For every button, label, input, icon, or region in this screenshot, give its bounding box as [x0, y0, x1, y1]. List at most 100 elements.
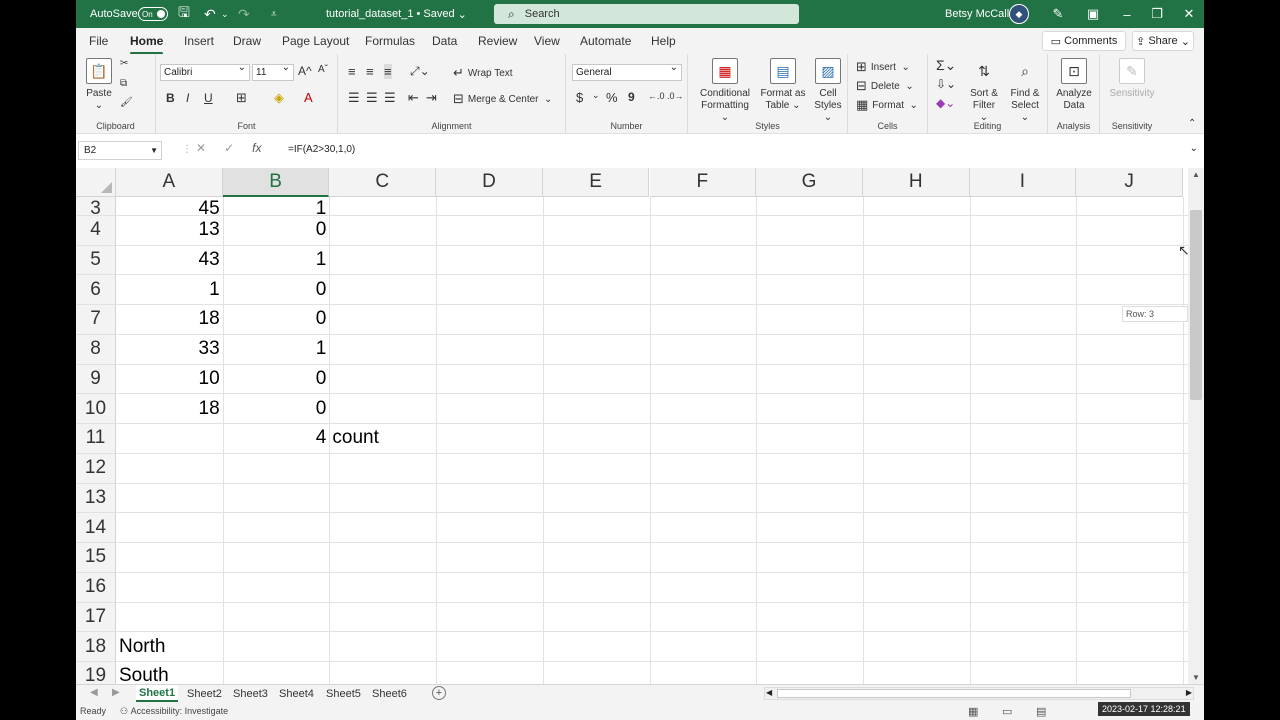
delete-button[interactable]: ⊟ Delete ⌄ [856, 78, 914, 94]
row-header-5[interactable]: 5 [76, 245, 116, 276]
cancel-icon[interactable]: ✕ [196, 141, 206, 155]
merge-center-button[interactable]: ⊟ Merge & Center ⌄ [453, 91, 552, 107]
normal-view-icon[interactable]: ▦ [968, 705, 978, 718]
row-header-6[interactable]: 6 [76, 275, 116, 305]
cell-a3[interactable]: 45 [116, 197, 223, 215]
cell-b7[interactable]: 0 [223, 305, 330, 334]
cell-a4[interactable]: 13 [116, 216, 223, 245]
autosave-toggle[interactable]: On [138, 7, 168, 21]
align-center-icon[interactable]: ☰ [366, 90, 378, 106]
format-painter-icon[interactable]: 🖌 [120, 97, 133, 108]
cell-a5[interactable]: 43 [116, 246, 223, 275]
format-as-table-button[interactable]: ▤ Format as Table ⌄ [760, 58, 806, 112]
column-header-j[interactable]: J [1076, 168, 1183, 197]
increase-indent-icon[interactable]: ⇥ [426, 90, 437, 106]
comma-button[interactable]: 9 [628, 90, 635, 104]
add-sheet-button[interactable]: + [432, 686, 446, 700]
horizontal-scroll-thumb[interactable] [777, 689, 1131, 698]
scroll-up-icon[interactable]: ▲ [1188, 170, 1204, 179]
share-button[interactable]: ⇪ Share ⌄ [1132, 31, 1194, 51]
row-header-13[interactable]: 13 [76, 483, 116, 514]
sensitivity-button[interactable]: ✎ Sensitivity [1104, 58, 1160, 100]
increase-font-icon[interactable]: A^ [298, 64, 312, 78]
align-right-icon[interactable]: ☰ [384, 90, 396, 106]
document-title[interactable]: tutorial_dataset_1 • Saved ⌄ [326, 0, 467, 28]
column-header-b[interactable]: B [222, 168, 330, 197]
undo-icon[interactable]: ↶ [204, 0, 216, 28]
row-header-7[interactable]: 7 [76, 305, 116, 335]
cell-b4[interactable]: 0 [223, 216, 330, 245]
formula-input[interactable]: =IF(A2>30,1,0) [288, 144, 355, 155]
analyze-data-button[interactable]: ⊡ Analyze Data [1054, 58, 1094, 112]
undo-dropdown-icon[interactable]: ⌄ [221, 0, 229, 28]
wrap-text-button[interactable]: ↵ Wrap Text [453, 65, 513, 81]
tab-view[interactable]: View [534, 34, 560, 48]
column-header-c[interactable]: C [329, 168, 437, 197]
find-select-button[interactable]: ⌕ Find & Select ⌄ [1006, 58, 1044, 124]
comments-button[interactable]: ▭ Comments [1042, 31, 1126, 51]
page-layout-view-icon[interactable]: ▭ [1002, 705, 1012, 718]
redo-icon[interactable]: ↷ [238, 0, 250, 28]
cell-styles-button[interactable]: ▨ Cell Styles ⌄ [812, 58, 844, 124]
borders-icon[interactable]: ⊞ [236, 90, 247, 106]
cell-b3[interactable]: 1 [223, 197, 330, 215]
orientation-icon[interactable]: ⤢⌄ [410, 64, 430, 79]
sheet-tab-sheet2[interactable]: Sheet2 [187, 685, 222, 702]
currency-dropdown-icon[interactable]: ⌄ [592, 90, 600, 101]
vertical-scrollbar[interactable]: ▲ ▼ [1188, 168, 1204, 684]
cell-a7[interactable]: 18 [116, 305, 223, 334]
row-header-9[interactable]: 9 [76, 364, 116, 395]
row-header-8[interactable]: 8 [76, 334, 116, 365]
column-header-d[interactable]: D [436, 168, 543, 197]
row-header-16[interactable]: 16 [76, 572, 116, 603]
cell-a18[interactable]: North [116, 632, 329, 661]
cell-c11[interactable]: count [329, 424, 542, 453]
cell-b10[interactable]: 0 [223, 394, 330, 423]
sheet-tab-sheet6[interactable]: Sheet6 [372, 685, 407, 702]
insert-button[interactable]: ⊞ Insert ⌄ [856, 59, 910, 75]
tab-draw[interactable]: Draw [233, 34, 261, 48]
sheet-tab-sheet4[interactable]: Sheet4 [279, 685, 314, 702]
italic-button[interactable]: I [186, 91, 189, 105]
column-header-f[interactable]: F [649, 168, 757, 197]
align-top-icon[interactable]: ≡ [348, 64, 356, 79]
align-bottom-icon[interactable]: ≡ [384, 64, 392, 79]
accessibility-status[interactable]: ⚇ Accessibility: Investigate [120, 706, 228, 717]
spreadsheet-grid[interactable]: A B C D E F G H I J 3 45 1 4 13 0 5 43 1 6 1 0 7 18 0 8 33 1 9 10 0 10 1… [76, 168, 1188, 692]
font-name-select[interactable]: Calibri [160, 62, 250, 81]
tab-help[interactable]: Help [651, 34, 676, 48]
scroll-right-icon[interactable]: ▶ [1186, 688, 1192, 697]
pen-icon[interactable]: ✎ [1043, 0, 1073, 28]
copy-icon[interactable]: ⧉ [120, 78, 127, 89]
next-sheet-icon[interactable]: ▶ [112, 687, 120, 698]
insert-function-icon[interactable]: fx [252, 141, 261, 155]
avatar[interactable]: ◆ [1009, 4, 1029, 24]
autosum-icon[interactable]: Σ⌄ [936, 57, 956, 74]
horizontal-scrollbar[interactable]: ◀ ▶ [764, 687, 1194, 700]
align-middle-icon[interactable]: ≡ [366, 64, 374, 79]
tab-formulas[interactable]: Formulas [365, 34, 415, 48]
number-format-select[interactable]: General [572, 62, 682, 81]
align-left-icon[interactable]: ☰ [348, 90, 360, 106]
minimize-icon[interactable]: – [1112, 0, 1142, 28]
vertical-scroll-thumb[interactable] [1190, 210, 1202, 400]
cell-b6[interactable]: 0 [223, 275, 330, 304]
tab-review[interactable]: Review [478, 34, 517, 48]
page-break-view-icon[interactable]: ▤ [1036, 705, 1046, 718]
decrease-font-icon[interactable]: Aˇ [318, 64, 328, 75]
row-header-17[interactable]: 17 [76, 602, 116, 633]
ribbon-display-icon[interactable]: ▣ [1078, 0, 1108, 28]
cell-b5[interactable]: 1 [223, 246, 330, 275]
row-header-4[interactable]: 4 [76, 215, 116, 246]
font-color-icon[interactable]: A [304, 90, 313, 105]
row-header-14[interactable]: 14 [76, 513, 116, 543]
fill-icon[interactable]: ⇩⌄ [936, 77, 956, 91]
column-header-i[interactable]: I [969, 168, 1077, 197]
sheet-tab-sheet3[interactable]: Sheet3 [233, 685, 268, 702]
tab-page-layout[interactable]: Page Layout [282, 34, 349, 48]
restore-icon[interactable]: ❐ [1142, 0, 1172, 28]
conditional-formatting-button[interactable]: ▦ Conditional Formatting ⌄ [696, 58, 754, 124]
tab-insert[interactable]: Insert [184, 34, 214, 48]
column-header-a[interactable]: A [116, 168, 223, 197]
clear-icon[interactable]: ◆⌄ [936, 96, 955, 110]
